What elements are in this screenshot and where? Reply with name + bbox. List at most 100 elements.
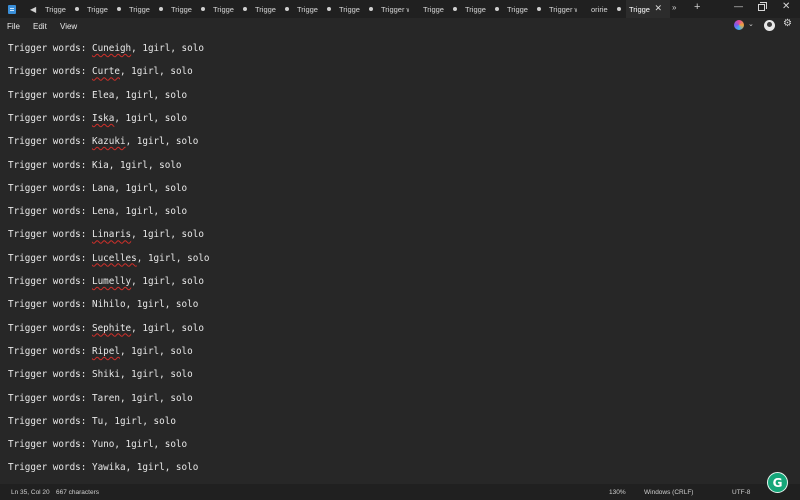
character-name: Elea: [91, 89, 115, 101]
unsaved-dot-icon: [201, 7, 205, 11]
line-ending[interactable]: Windows (CRLF): [644, 489, 693, 496]
tab-1[interactable]: Trigge: [84, 0, 126, 18]
tab-10[interactable]: Trigge: [462, 0, 504, 18]
tab-label: Trigge: [129, 4, 150, 14]
tab-9[interactable]: Trigge: [420, 0, 462, 18]
character-count: 667 characters: [56, 489, 99, 496]
line-suffix: , 1girl, solo: [103, 415, 176, 427]
line-prefix: Trigger words:: [8, 43, 92, 54]
tab-label: Trigger words: [381, 4, 409, 14]
line-prefix: Trigger words:: [8, 112, 92, 124]
character-name: Sephite: [91, 322, 132, 334]
character-name: Lena: [91, 206, 115, 218]
unsaved-dot-icon: [617, 7, 621, 11]
tab-label: Trigge: [255, 4, 276, 14]
tab-label: oririe: [591, 4, 608, 14]
line-prefix: Trigger words:: [8, 276, 92, 287]
tab-label: Trigge: [213, 4, 234, 14]
character-name: Tu: [91, 415, 104, 427]
tab-label: Trigge: [87, 4, 108, 14]
text-line: Trigger words: Elea, 1girl, solo: [8, 90, 187, 101]
tab-overflow-button[interactable]: »: [672, 3, 676, 12]
unsaved-dot-icon: [537, 7, 541, 11]
line-prefix: Trigger words:: [8, 89, 92, 101]
line-prefix: Trigger words:: [8, 369, 92, 381]
tab-13[interactable]: oririe: [588, 0, 626, 18]
text-line: Trigger words: Kia, 1girl, solo: [8, 160, 182, 171]
cursor-position[interactable]: Ln 35, Col 20: [11, 489, 50, 496]
tab-3[interactable]: Trigge: [168, 0, 210, 18]
unsaved-dot-icon: [285, 7, 289, 11]
character-name: Lucelles: [91, 252, 137, 264]
tab-label: Trigge: [171, 4, 192, 14]
tab-4[interactable]: Trigge: [210, 0, 252, 18]
restore-button[interactable]: [758, 2, 767, 11]
tab-label: Trigge: [339, 4, 360, 14]
tab-label: Trigge: [465, 4, 486, 14]
character-name: Kazuki: [91, 136, 126, 148]
account-icon[interactable]: [764, 20, 775, 31]
scroll-tabs-left-button[interactable]: ◀: [30, 5, 40, 14]
line-suffix: , 1girl, solo: [119, 369, 193, 381]
close-tab-icon[interactable]: ✕: [654, 3, 662, 14]
tab-0[interactable]: Trigge: [42, 0, 84, 18]
line-suffix: , 1girl, solo: [114, 182, 188, 194]
line-suffix: , 1girl, solo: [114, 89, 188, 101]
text-line: Trigger words: Lucelles, 1girl, solo: [8, 253, 210, 264]
tab-7[interactable]: Trigge: [336, 0, 378, 18]
text-line: Trigger words: Kazuki, 1girl, solo: [8, 136, 198, 147]
character-name: Shiki: [91, 369, 120, 381]
line-prefix: Trigger words:: [8, 322, 92, 334]
tab-14[interactable]: Trigge ✕: [626, 0, 670, 18]
text-line: Trigger words: Yawika, 1girl, solo: [8, 462, 198, 473]
encoding[interactable]: UTF-8: [732, 489, 750, 496]
tab-6[interactable]: Trigge: [294, 0, 336, 18]
menu-edit[interactable]: Edit: [33, 22, 47, 31]
character-name: Taren: [91, 392, 120, 404]
text-line: Trigger words: Tu, 1girl, solo: [8, 416, 176, 427]
tab-2[interactable]: Trigge: [126, 0, 168, 18]
settings-gear-icon[interactable]: ⚙: [783, 18, 792, 29]
text-line: Trigger words: Lena, 1girl, solo: [8, 206, 187, 217]
line-suffix: , 1girl, solo: [114, 112, 188, 124]
line-prefix: Trigger words:: [8, 206, 92, 218]
line-prefix: Trigger words:: [8, 159, 92, 171]
grammarly-icon[interactable]: G: [767, 472, 788, 493]
menu-view[interactable]: View: [60, 22, 77, 31]
line-suffix: , 1girl, solo: [119, 392, 193, 404]
new-tab-button[interactable]: +: [694, 1, 700, 13]
line-suffix: , 1girl, solo: [114, 206, 188, 218]
unsaved-dot-icon: [495, 7, 499, 11]
unsaved-dot-icon: [75, 7, 79, 11]
line-prefix: Trigger words:: [8, 136, 92, 148]
tab-11[interactable]: Trigge: [504, 0, 546, 18]
line-prefix: Trigger words:: [8, 415, 92, 427]
title-bar: ◀ Trigge Trigge Trigge Trigge Trigge Trigge Tr…: [0, 0, 800, 18]
text-line: Trigger words: Nihilo, 1girl, solo: [8, 299, 198, 310]
copilot-icon[interactable]: [734, 20, 744, 30]
character-name: Nihilo: [91, 299, 126, 311]
line-suffix: , 1girl, solo: [131, 229, 204, 241]
line-suffix: , 1girl, solo: [119, 345, 193, 357]
line-suffix: , 1girl, solo: [136, 252, 210, 264]
tab-label: Trigge: [629, 4, 650, 14]
text-line: Trigger words: Taren, 1girl, solo: [8, 393, 193, 404]
line-suffix: , 1girl, solo: [125, 299, 199, 311]
tab-label: Trigge: [507, 4, 528, 14]
chevron-down-icon[interactable]: ⌄: [748, 20, 754, 28]
line-suffix: , 1girl, solo: [125, 462, 199, 474]
line-prefix: Trigger words:: [8, 182, 92, 194]
text-editor[interactable]: Trigger words: Cuneigh, 1girl, solo Trigg…: [0, 35, 800, 484]
character-name: Curte: [91, 66, 120, 78]
zoom-level[interactable]: 130%: [609, 489, 626, 496]
menu-file[interactable]: File: [7, 22, 20, 31]
minimize-button[interactable]: —: [734, 1, 743, 11]
tab-5[interactable]: Trigge: [252, 0, 294, 18]
window-close-button[interactable]: ✕: [782, 1, 790, 12]
text-line: Trigger words: Curte, 1girl, solo: [8, 66, 193, 77]
line-prefix: Trigger words:: [8, 229, 92, 241]
character-name: Yawika: [91, 462, 126, 474]
tab-12[interactable]: Trigger words: [546, 0, 588, 18]
tab-8[interactable]: Trigger words: [378, 0, 420, 18]
text-line: Trigger words: Lana, 1girl, solo: [8, 183, 187, 194]
